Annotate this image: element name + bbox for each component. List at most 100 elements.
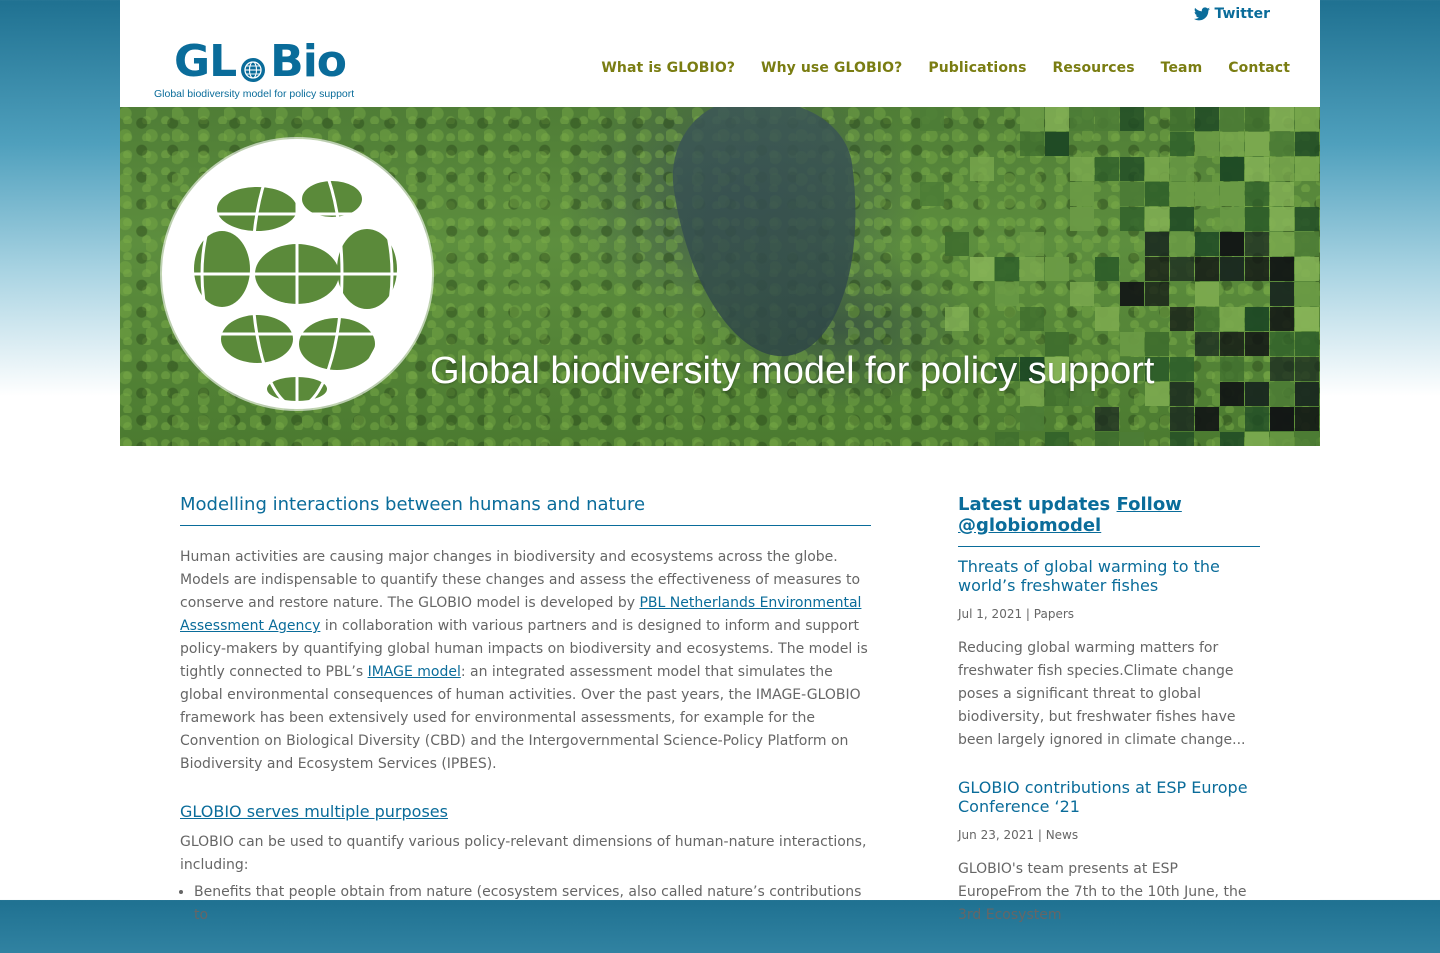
mosaic-tile — [1245, 432, 1269, 446]
mosaic-tile — [1220, 232, 1244, 256]
mosaic-tile — [1245, 332, 1269, 356]
mosaic-tile — [1095, 107, 1119, 131]
mosaic-tile — [1195, 107, 1219, 131]
globio-logo[interactable]: GL Bio Global biodiversity model for pol… — [154, 36, 354, 101]
mosaic-tile — [1020, 257, 1044, 281]
sidebar-title: Latest updates Follow @globiomodel — [958, 494, 1260, 547]
nav-why-use-globio[interactable]: Why use GLOBIO? — [761, 60, 902, 76]
purposes-list: Benefits that people obtain from nature … — [194, 881, 871, 927]
post-date: Jul 1, 2021 — [958, 607, 1023, 621]
mosaic-tile — [1220, 382, 1244, 406]
mosaic-tile — [1245, 107, 1269, 131]
mosaic-tile — [1120, 432, 1144, 446]
purposes-link[interactable]: GLOBIO serves multiple purposes — [180, 802, 448, 821]
mosaic-tile — [1295, 132, 1319, 156]
main-nav: What is GLOBIO? Why use GLOBIO? Publicat… — [601, 60, 1290, 76]
mosaic-tile — [1170, 232, 1194, 256]
mosaic-tile — [1170, 132, 1194, 156]
mosaic-tile — [1170, 107, 1194, 131]
mosaic-tile — [1295, 207, 1319, 231]
mosaic-tile — [1120, 107, 1144, 131]
mosaic-tile — [995, 282, 1019, 306]
mosaic-tile — [1270, 407, 1294, 431]
mosaic-tile — [920, 182, 944, 206]
mosaic-tile — [1070, 107, 1094, 131]
mosaic-tile — [1070, 182, 1094, 206]
mosaic-tile — [1220, 157, 1244, 181]
post-item: Threats of global warming to the world’s… — [958, 557, 1260, 752]
logo-text-left: GL — [174, 36, 237, 87]
mosaic-tile — [1295, 332, 1319, 356]
mosaic-tile — [1245, 157, 1269, 181]
mosaic-tile — [1195, 407, 1219, 431]
intro-text-c: : an integrated assessment model that si… — [180, 664, 861, 772]
mosaic-tile — [970, 157, 994, 181]
mosaic-tile — [1145, 282, 1169, 306]
mosaic-tile — [1145, 157, 1169, 181]
mosaic-tile — [1095, 157, 1119, 181]
mosaic-tile — [1270, 257, 1294, 281]
image-model-link[interactable]: IMAGE model — [368, 664, 461, 680]
mosaic-tile — [1170, 157, 1194, 181]
mosaic-tile — [1295, 257, 1319, 281]
mosaic-tile — [1270, 107, 1294, 131]
banner-title: Global biodiversity model for policy sup… — [430, 350, 1155, 392]
nav-team[interactable]: Team — [1161, 60, 1203, 76]
mosaic-tile — [1095, 257, 1119, 281]
mosaic-tile — [970, 257, 994, 281]
pixel-mosaic — [920, 107, 1319, 446]
mosaic-tile — [1095, 307, 1119, 331]
mosaic-tile — [1220, 132, 1244, 156]
mosaic-tile — [1270, 207, 1294, 231]
mosaic-tile — [1295, 357, 1319, 381]
purposes-intro: GLOBIO can be used to quantify various p… — [180, 834, 867, 873]
mosaic-tile — [1245, 407, 1269, 431]
post-title-link[interactable]: GLOBIO contributions at ESP Europe Confe… — [958, 778, 1260, 816]
mosaic-tile — [1295, 307, 1319, 331]
post-category-link[interactable]: Papers — [1034, 607, 1074, 621]
mosaic-tile — [1070, 207, 1094, 231]
nav-publications[interactable]: Publications — [928, 60, 1026, 76]
twitter-link[interactable]: Twitter — [1194, 6, 1270, 22]
mosaic-tile — [945, 232, 969, 256]
post-title-link[interactable]: Threats of global warming to the world’s… — [958, 557, 1260, 595]
mosaic-tile — [1295, 157, 1319, 181]
mosaic-tile — [1245, 207, 1269, 231]
nav-contact[interactable]: Contact — [1228, 60, 1290, 76]
nav-resources[interactable]: Resources — [1053, 60, 1135, 76]
mosaic-tile — [1270, 157, 1294, 181]
section-title: Modelling interactions between humans an… — [180, 494, 871, 526]
mosaic-tile — [1295, 382, 1319, 406]
mosaic-tile — [1195, 307, 1219, 331]
page-container: Twitter GL Bio Global biodiversity model… — [120, 0, 1320, 923]
mosaic-tile — [1295, 432, 1319, 446]
mosaic-tile — [1170, 407, 1194, 431]
mosaic-tile — [1245, 132, 1269, 156]
mosaic-tile — [1020, 407, 1044, 431]
mosaic-tile — [1245, 382, 1269, 406]
mosaic-tile — [1295, 232, 1319, 256]
mosaic-tile — [1295, 107, 1319, 131]
mosaic-tile — [920, 107, 944, 131]
post-meta: Jun 23, 2021 | News — [958, 828, 1260, 842]
mosaic-tile — [1145, 182, 1169, 206]
mosaic-tile — [1045, 432, 1069, 446]
mosaic-tile — [1220, 357, 1244, 381]
mosaic-tile — [1120, 157, 1144, 181]
post-excerpt: GLOBIO's team presents at ESP EuropeFrom… — [958, 861, 1247, 923]
mosaic-tile — [1095, 432, 1119, 446]
mosaic-tile — [995, 432, 1019, 446]
mosaic-tile — [1045, 132, 1069, 156]
mosaic-tile — [1195, 332, 1219, 356]
mosaic-tile — [1170, 182, 1194, 206]
mosaic-tile — [1270, 432, 1294, 446]
mosaic-tile — [1195, 182, 1219, 206]
mosaic-tile — [1020, 307, 1044, 331]
mosaic-tile — [1145, 232, 1169, 256]
mosaic-tile — [1095, 407, 1119, 431]
mosaic-tile — [1170, 257, 1194, 281]
intro-paragraph: Human activities are causing major chang… — [180, 546, 871, 776]
nav-what-is-globio[interactable]: What is GLOBIO? — [601, 60, 735, 76]
mosaic-tile — [1120, 182, 1144, 206]
post-category-link[interactable]: News — [1046, 828, 1078, 842]
